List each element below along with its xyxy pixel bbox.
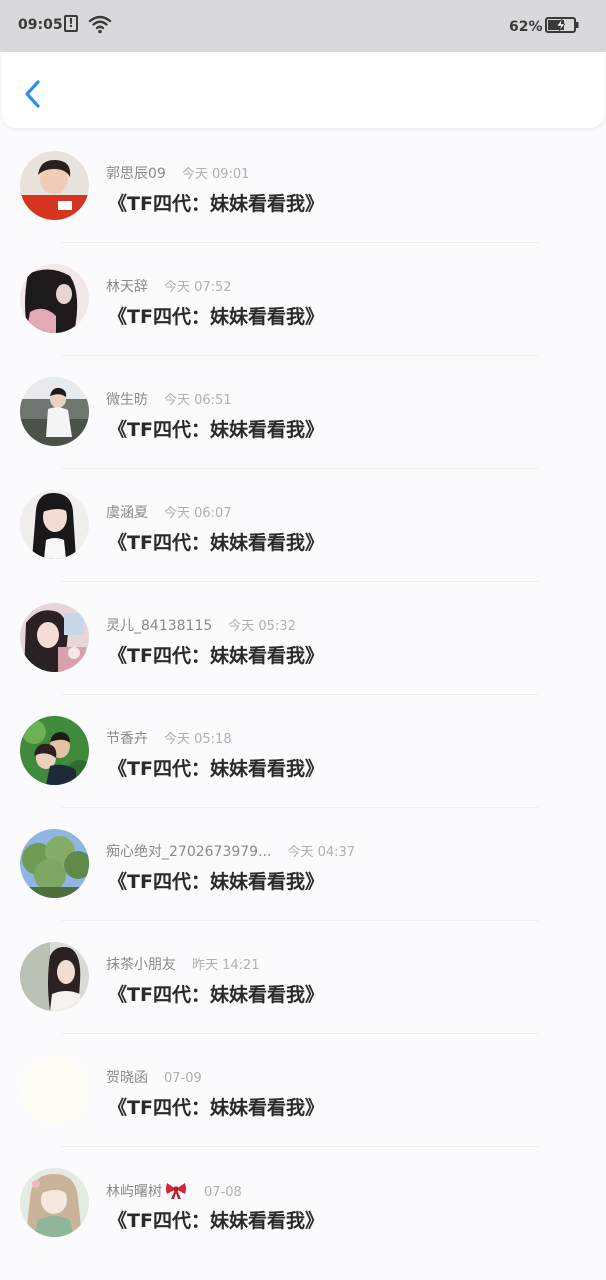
- comment-meta: 抹茶小朋友 昨天 14:21: [106, 954, 260, 974]
- timestamp: 昨天 14:21: [192, 958, 260, 973]
- user-name[interactable]: 郭思辰09: [106, 166, 166, 182]
- timestamp: 今天 05:32: [228, 619, 296, 634]
- comment-list: 郭思辰09 今天 09:01 《TF四代：妹妹看看我》 林天辞 今天 07:52 《…: [0, 130, 606, 1260]
- user-name[interactable]: 抹茶小朋友: [106, 957, 176, 973]
- comment-meta: 痴心绝对_2702673979... 今天 04:37: [106, 841, 355, 861]
- battery-charging-icon: [545, 17, 579, 33]
- navigation-bar: [2, 52, 604, 128]
- list-item[interactable]: 虞涵夏 今天 06:07 《TF四代：妹妹看看我》: [0, 469, 606, 582]
- comment-text[interactable]: 《TF四代：妹妹看看我》: [108, 754, 324, 781]
- list-item[interactable]: 节香卉 今天 05:18 《TF四代：妹妹看看我》: [0, 695, 606, 808]
- comment-text[interactable]: 《TF四代：妹妹看看我》: [108, 302, 324, 329]
- status-bar: 09:05 ! 62%: [0, 0, 606, 52]
- comment-text[interactable]: 《TF四代：妹妹看看我》: [108, 1206, 324, 1233]
- avatar[interactable]: [20, 942, 89, 1011]
- timestamp: 今天 06:51: [164, 393, 232, 408]
- user-name[interactable]: 微生昉: [106, 392, 148, 408]
- avatar[interactable]: [20, 490, 89, 559]
- avatar[interactable]: [20, 1055, 89, 1124]
- comment-text[interactable]: 《TF四代：妹妹看看我》: [108, 528, 324, 555]
- comment-meta: 林天辞 今天 07:52: [106, 276, 232, 296]
- comment-meta: 节香卉 今天 05:18: [106, 728, 232, 748]
- timestamp: 今天 05:18: [164, 732, 232, 747]
- comment-text[interactable]: 《TF四代：妹妹看看我》: [108, 189, 324, 216]
- avatar[interactable]: [20, 829, 89, 898]
- timestamp: 今天 09:01: [181, 167, 250, 182]
- timestamp: 今天 06:07: [164, 506, 232, 521]
- status-time: 09:05: [18, 17, 63, 33]
- comment-meta: 灵儿_84138115 今天 05:32: [106, 615, 296, 635]
- list-item[interactable]: 林天辞 今天 07:52 《TF四代：妹妹看看我》: [0, 243, 606, 356]
- list-item[interactable]: 贺晓函 07-09 《TF四代：妹妹看看我》: [0, 1034, 606, 1147]
- comment-meta: 林屿曙树 07-08: [106, 1180, 242, 1201]
- user-name[interactable]: 虞涵夏: [106, 505, 148, 521]
- comment-text[interactable]: 《TF四代：妹妹看看我》: [108, 867, 324, 894]
- user-name[interactable]: 林天辞: [106, 279, 148, 295]
- comment-text[interactable]: 《TF四代：妹妹看看我》: [108, 980, 324, 1007]
- avatar[interactable]: [20, 377, 89, 446]
- comment-meta: 贺晓函 07-09: [106, 1067, 202, 1087]
- list-item[interactable]: 痴心绝对_2702673979... 今天 04:37 《TF四代：妹妹看看我》: [0, 808, 606, 921]
- comment-meta: 微生昉 今天 06:51: [106, 389, 232, 409]
- list-item[interactable]: 郭思辰09 今天 09:01 《TF四代：妹妹看看我》: [0, 130, 606, 243]
- list-item[interactable]: 抹茶小朋友 昨天 14:21 《TF四代：妹妹看看我》: [0, 921, 606, 1034]
- timestamp: 07-08: [204, 1185, 242, 1200]
- avatar[interactable]: [20, 1168, 89, 1237]
- avatar[interactable]: [20, 151, 89, 220]
- avatar[interactable]: [20, 264, 89, 333]
- comment-text[interactable]: 《TF四代：妹妹看看我》: [108, 1093, 324, 1120]
- back-button[interactable]: [14, 74, 54, 114]
- user-name[interactable]: 灵儿_84138115: [106, 618, 212, 634]
- timestamp: 今天 04:37: [287, 845, 356, 860]
- comment-meta: 虞涵夏 今天 06:07: [106, 502, 232, 522]
- list-item[interactable]: 林屿曙树 07-08 《TF四代：妹妹看看我》: [0, 1147, 606, 1260]
- user-name[interactable]: 贺晓函: [106, 1070, 148, 1086]
- user-name[interactable]: 痴心绝对_2702673979...: [106, 844, 271, 860]
- avatar[interactable]: [20, 716, 89, 785]
- list-item[interactable]: 灵儿_84138115 今天 05:32 《TF四代：妹妹看看我》: [0, 582, 606, 695]
- ribbon-bow-icon: [166, 1183, 186, 1199]
- list-item[interactable]: 微生昉 今天 06:51 《TF四代：妹妹看看我》: [0, 356, 606, 469]
- wifi-icon: [88, 15, 112, 34]
- alert-icon: !: [64, 15, 78, 32]
- timestamp: 今天 07:52: [164, 280, 232, 295]
- user-name[interactable]: 节香卉: [106, 731, 148, 747]
- avatar[interactable]: [20, 603, 89, 672]
- comment-text[interactable]: 《TF四代：妹妹看看我》: [108, 415, 324, 442]
- user-name[interactable]: 林屿曙树: [106, 1184, 162, 1200]
- timestamp: 07-09: [164, 1071, 202, 1086]
- battery-percent: 62%: [509, 19, 543, 35]
- comment-meta: 郭思辰09 今天 09:01: [106, 163, 249, 183]
- comment-text[interactable]: 《TF四代：妹妹看看我》: [108, 641, 324, 668]
